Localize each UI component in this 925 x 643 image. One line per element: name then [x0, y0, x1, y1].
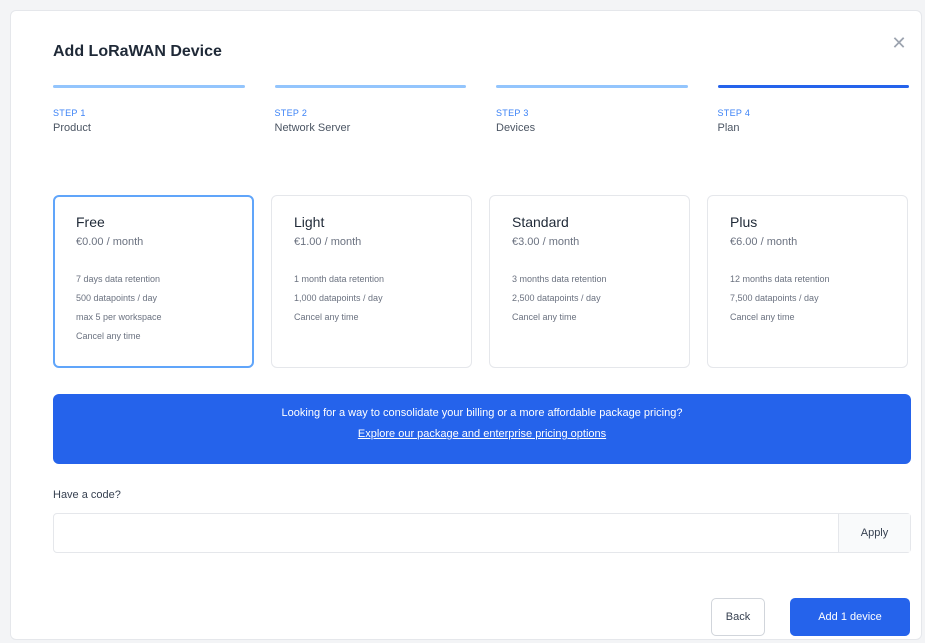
plan-feature: Cancel any time	[294, 312, 359, 322]
step-progress-bar	[496, 85, 688, 88]
step-number: STEP 4	[717, 108, 751, 118]
plan-feature: 2,500 datapoints / day	[512, 293, 601, 303]
plan-features: 7 days data retention 500 datapoints / d…	[76, 270, 231, 346]
plan-feature: 1,000 datapoints / day	[294, 293, 383, 303]
enterprise-pricing-link[interactable]: Explore our package and enterprise prici…	[358, 428, 606, 440]
plan-card-free[interactable]: Free €0.00 / month 7 days data retention…	[53, 195, 254, 368]
plan-price: €1.00 / month	[294, 236, 362, 248]
plan-card-light[interactable]: Light €1.00 / month 1 month data retenti…	[271, 195, 472, 368]
code-label: Have a code?	[53, 489, 121, 501]
apply-code-button[interactable]: Apply	[838, 514, 910, 552]
plan-card-standard[interactable]: Standard €3.00 / month 3 months data ret…	[489, 195, 690, 368]
plan-features: 1 month data retention 1,000 datapoints …	[294, 270, 449, 327]
enterprise-pricing-banner: Looking for a way to consolidate your bi…	[53, 394, 911, 464]
plan-card-plus[interactable]: Plus €6.00 / month 12 months data retent…	[707, 195, 908, 368]
step-progress-bar	[53, 85, 245, 88]
plan-feature: max 5 per workspace	[76, 312, 162, 322]
plan-feature: 7 days data retention	[76, 274, 161, 284]
plan-feature: Cancel any time	[730, 312, 795, 322]
plan-price: €0.00 / month	[76, 236, 144, 248]
step-product[interactable]: STEP 1 Product	[53, 85, 245, 134]
step-plan[interactable]: STEP 4 Plan	[717, 85, 909, 134]
step-name: Product	[53, 122, 91, 134]
step-number: STEP 3	[496, 108, 529, 118]
plan-name: Free	[76, 214, 105, 230]
dialog-title: Add LoRaWAN Device	[53, 43, 222, 60]
plan-feature: Cancel any time	[76, 331, 141, 341]
step-network-server[interactable]: STEP 2 Network Server	[274, 85, 466, 134]
plan-feature: 7,500 datapoints / day	[730, 293, 819, 303]
add-device-button[interactable]: Add 1 device	[790, 598, 910, 636]
step-name: Plan	[717, 122, 740, 134]
plan-features: 12 months data retention 7,500 datapoint…	[730, 270, 885, 327]
add-device-dialog: Add LoRaWAN Device ✕ STEP 1 Product STEP…	[10, 10, 922, 640]
step-number: STEP 2	[274, 108, 308, 118]
close-icon[interactable]: ✕	[889, 33, 909, 53]
plan-price: €3.00 / month	[512, 236, 580, 248]
code-input[interactable]	[54, 514, 838, 552]
plan-feature: Cancel any time	[512, 312, 577, 322]
step-progress-bar	[717, 85, 909, 88]
plan-options: Free €0.00 / month 7 days data retention…	[53, 195, 911, 368]
plan-name: Light	[294, 214, 325, 230]
back-button[interactable]: Back	[711, 598, 765, 636]
plan-feature: 3 months data retention	[512, 274, 607, 284]
plan-feature: 1 month data retention	[294, 274, 385, 284]
step-name: Network Server	[274, 122, 351, 134]
step-devices[interactable]: STEP 3 Devices	[496, 85, 688, 134]
plan-name: Standard	[512, 214, 569, 230]
plan-name: Plus	[730, 214, 758, 230]
banner-text: Looking for a way to consolidate your bi…	[281, 407, 683, 419]
step-name: Devices	[496, 122, 536, 134]
code-input-group: Apply	[53, 513, 911, 553]
step-progress-bar	[274, 85, 466, 88]
plan-feature: 12 months data retention	[730, 274, 830, 284]
plan-features: 3 months data retention 2,500 datapoints…	[512, 270, 667, 327]
plan-feature: 500 datapoints / day	[76, 293, 158, 303]
step-number: STEP 1	[53, 108, 86, 118]
stepper: STEP 1 Product STEP 2 Network Server STE…	[53, 85, 909, 134]
plan-price: €6.00 / month	[730, 236, 798, 248]
